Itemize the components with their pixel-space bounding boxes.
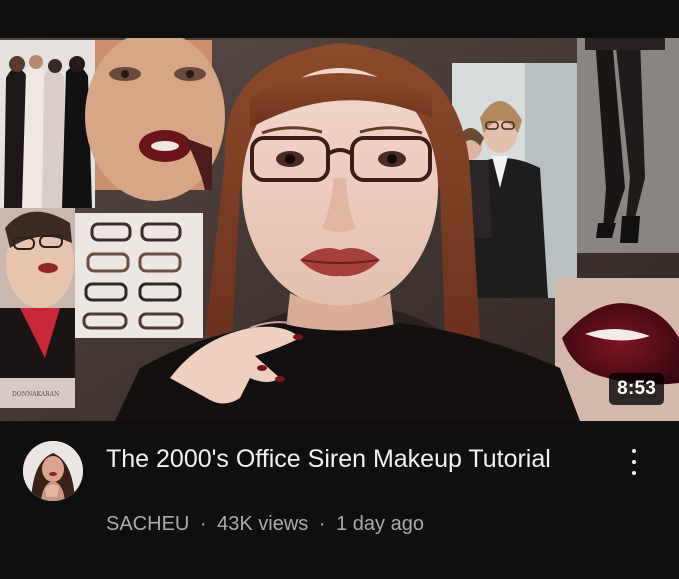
channel-name[interactable]: SACHEU [106,513,189,535]
view-count: 43K views [217,513,309,535]
separator: · [318,513,326,535]
video-subtitle: SACHEU · 43K views · 1 day ago [106,513,424,536]
dot [632,471,636,475]
video-card[interactable]: DONNAKARAN 8:53 The 2000's Office Siren … [0,0,679,579]
dot [632,449,636,453]
upload-age: 1 day ago [336,513,424,535]
video-thumbnail[interactable]: DONNAKARAN 8:53 [0,38,679,421]
video-meta: The 2000's Office Siren Makeup Tutorial … [0,421,679,579]
duration-badge: 8:53 [609,373,664,405]
more-vertical-icon[interactable] [622,447,646,477]
dot [632,460,636,464]
channel-avatar[interactable] [23,441,83,501]
collage-brand-text: DONNAKARAN [12,391,59,398]
separator: · [199,513,207,535]
video-title[interactable]: The 2000's Office Siren Makeup Tutorial [106,443,586,476]
thumbnail-collage: DONNAKARAN [0,38,679,421]
avatar-icon [23,441,83,501]
